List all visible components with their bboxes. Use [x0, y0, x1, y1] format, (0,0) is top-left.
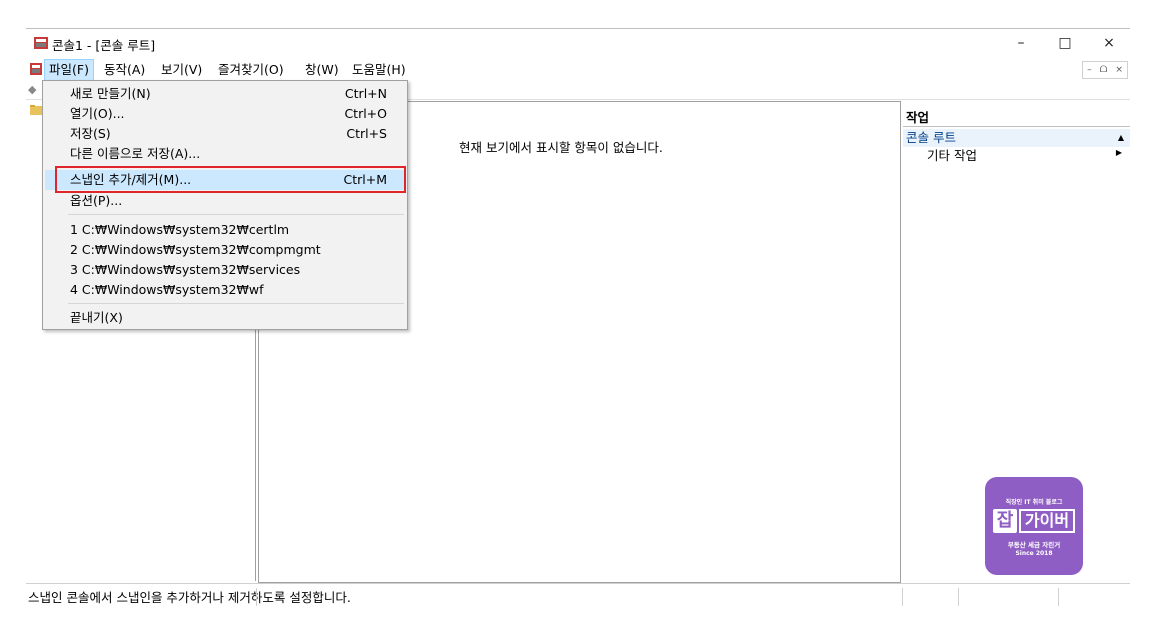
menu-action[interactable]: 동작(A)	[100, 59, 149, 81]
menu-item-shortcut: Ctrl+O	[344, 106, 387, 121]
menu-item-shortcut: Ctrl+S	[346, 126, 387, 141]
menu-item-recent-3[interactable]: 3 C:₩Windows₩system32₩services	[45, 260, 405, 280]
mdi-minimize-button[interactable]: –	[1087, 65, 1092, 75]
window-title: 콘솔1 - [콘솔 루트]	[52, 38, 156, 53]
mdi-restore-button[interactable]: ᗝ	[1100, 65, 1107, 75]
logo-main: 잡 가이버	[993, 509, 1075, 535]
status-bar: 스냅인 콘솔에서 스냅인을 추가하거나 제거하도록 설정합니다.	[26, 583, 1130, 607]
menu-item-save[interactable]: 저장(S) Ctrl+S	[45, 124, 405, 144]
blog-logo: 직장인 IT 취미 블로그 잡 가이버 부동산 세금 자린거 Since 201…	[985, 477, 1083, 575]
menu-item-label: 옵션(P)...	[70, 193, 123, 208]
console-menu-icon[interactable]	[30, 63, 42, 75]
back-arrow-icon[interactable]: ◆	[28, 83, 36, 96]
menu-item-label: 새로 만들기(N)	[70, 86, 151, 101]
menu-item-label: 4 C:₩Windows₩system32₩wf	[70, 282, 264, 297]
menu-window[interactable]: 창(W)	[301, 59, 343, 81]
menu-item-label: 다른 이름으로 저장(A)...	[70, 146, 201, 161]
logo-since: Since 2018	[1015, 550, 1053, 557]
menu-item-label: 끝내기(X)	[70, 310, 123, 325]
logo-subtitle: 부동산 세금 자린거	[1007, 541, 1061, 549]
actions-root-item[interactable]: 콘솔 루트 ▲	[903, 129, 1130, 147]
menu-help[interactable]: 도움말(H)	[348, 59, 410, 81]
more-actions-item[interactable]: 기타 작업	[927, 147, 977, 165]
highlight-box	[55, 166, 406, 193]
menu-item-new[interactable]: 새로 만들기(N) Ctrl+N	[45, 84, 405, 104]
folder-icon[interactable]	[30, 105, 42, 115]
menu-separator	[68, 303, 404, 304]
submenu-arrow-icon: ▶	[1115, 148, 1122, 157]
menu-item-label: 열기(O)...	[70, 106, 125, 121]
menu-separator	[68, 214, 404, 215]
status-divider	[256, 588, 257, 606]
menu-item-label: 저장(S)	[70, 126, 111, 141]
menu-item-options[interactable]: 옵션(P)...	[45, 191, 405, 211]
logo-name: 가이버	[1019, 509, 1075, 533]
file-menu-dropdown: 새로 만들기(N) Ctrl+N 열기(O)... Ctrl+O 저장(S) C…	[42, 80, 408, 330]
actions-root-label: 콘솔 루트	[906, 130, 956, 145]
mdi-close-button[interactable]: ×	[1115, 65, 1123, 75]
menu-item-save-as[interactable]: 다른 이름으로 저장(A)...	[45, 144, 405, 164]
menu-item-label: 3 C:₩Windows₩system32₩services	[70, 262, 301, 277]
logo-tagline: 직장인 IT 취미 블로그	[1005, 499, 1063, 506]
menu-item-recent-2[interactable]: 2 C:₩Windows₩system32₩compmgmt	[45, 240, 405, 260]
menu-item-label: 2 C:₩Windows₩system32₩compmgmt	[70, 242, 321, 257]
menu-bar: 파일(F) 동작(A) 보기(V) 즐겨찾기(O) 창(W) 도움말(H)	[26, 59, 1130, 81]
minimize-button[interactable]: –	[1006, 33, 1036, 53]
menu-item-exit[interactable]: 끝내기(X)	[45, 308, 405, 328]
status-divider	[902, 588, 903, 606]
menu-item-recent-1[interactable]: 1 C:₩Windows₩system32₩certlm	[45, 220, 405, 240]
menu-view[interactable]: 보기(V)	[157, 59, 206, 81]
empty-message: 현재 보기에서 표시할 항목이 없습니다.	[459, 140, 663, 155]
title-bar: 콘솔1 - [콘솔 루트] – □ ×	[26, 29, 1130, 57]
console-icon	[34, 37, 48, 49]
menu-file[interactable]: 파일(F)	[44, 59, 94, 81]
maximize-button[interactable]: □	[1050, 33, 1080, 53]
status-text: 스냅인 콘솔에서 스냅인을 추가하거나 제거하도록 설정합니다.	[28, 590, 351, 605]
collapse-arrow-icon[interactable]: ▲	[1118, 129, 1124, 147]
close-button[interactable]: ×	[1094, 33, 1124, 53]
mdi-controls: – ᗝ ×	[1082, 61, 1128, 79]
menu-favorites[interactable]: 즐겨찾기(O)	[214, 59, 288, 81]
logo-jab: 잡	[993, 509, 1017, 533]
menu-item-recent-4[interactable]: 4 C:₩Windows₩system32₩wf	[45, 280, 405, 300]
status-divider	[1058, 588, 1059, 606]
actions-header: 작업	[903, 109, 1130, 127]
menu-item-shortcut: Ctrl+N	[344, 86, 387, 101]
menu-item-label: 1 C:₩Windows₩system32₩certlm	[70, 222, 290, 237]
status-divider	[958, 588, 959, 606]
menu-item-open[interactable]: 열기(O)... Ctrl+O	[45, 104, 405, 124]
